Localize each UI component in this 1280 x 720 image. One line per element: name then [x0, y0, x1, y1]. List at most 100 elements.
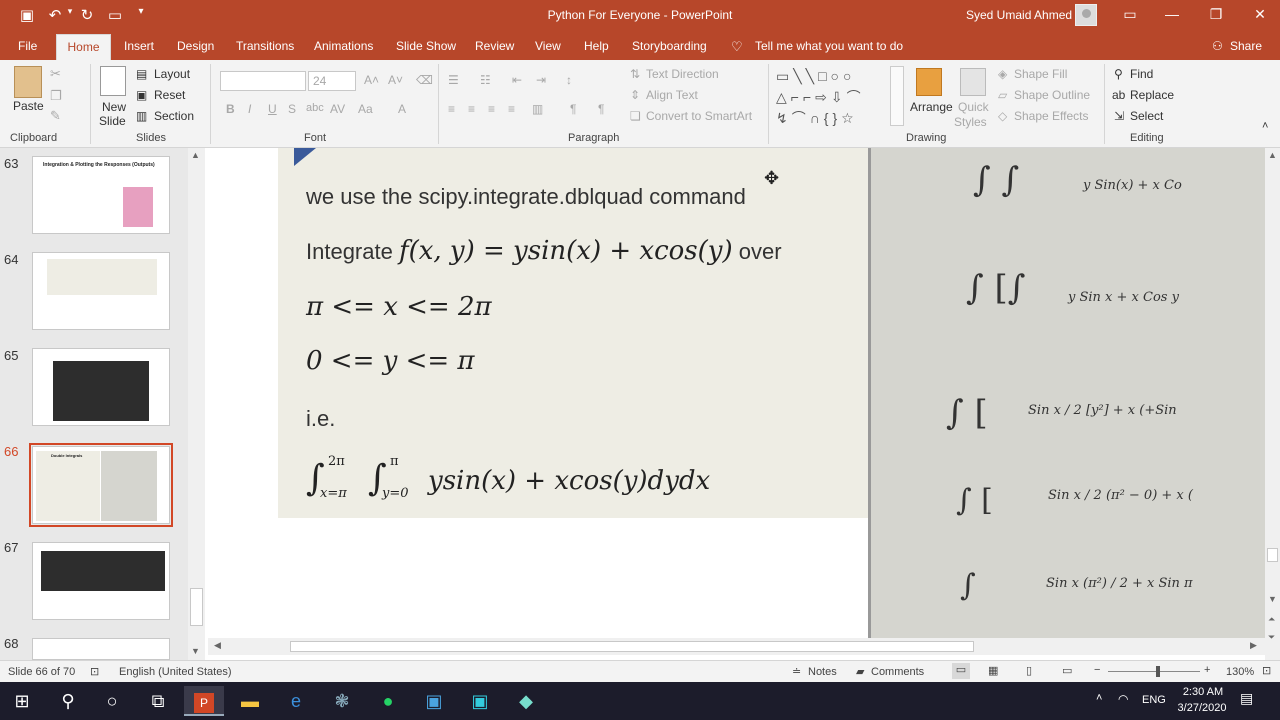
convert-smartart-button[interactable]: Convert to SmartArt	[646, 109, 752, 123]
scroll-down-icon[interactable]: ▼	[191, 646, 200, 656]
edge-icon[interactable]: e	[276, 686, 316, 716]
pycharm-icon[interactable]: ▣	[460, 686, 500, 716]
decrease-indent-icon[interactable]: ⇤	[512, 73, 522, 87]
whatsapp-icon[interactable]: ●	[368, 686, 408, 716]
tab-help[interactable]: Help	[584, 39, 609, 53]
strikethrough-icon[interactable]: abc	[306, 102, 324, 114]
thumbnail-scrollbar[interactable]: ▲ ▼	[188, 148, 205, 660]
slide-canvas[interactable]: we use the scipy.integrate.dblquad comma…	[208, 148, 1265, 638]
vpn-icon[interactable]: ▣	[414, 686, 454, 716]
increase-font-icon[interactable]: A˄	[364, 73, 379, 87]
arrange-button[interactable]: Arrange	[910, 100, 953, 114]
tab-design[interactable]: Design	[177, 39, 214, 53]
user-name[interactable]: Syed Umaid Ahmed	[966, 8, 1072, 22]
font-size-input[interactable]: 24	[308, 71, 356, 91]
spelling-icon[interactable]: ⊡	[90, 665, 99, 678]
cortana-icon[interactable]: ○	[92, 686, 132, 716]
slideshow-view-icon[interactable]: ▭	[1062, 664, 1072, 677]
tab-view[interactable]: View	[535, 39, 561, 53]
slide-thumbnail-66[interactable]: Double Integrals	[29, 443, 173, 527]
format-painter-icon[interactable]: ✎	[50, 108, 61, 124]
font-name-input[interactable]	[220, 71, 306, 91]
reading-view-icon[interactable]: ▯	[1026, 664, 1032, 677]
new-slide-label-2[interactable]: Slide	[99, 114, 126, 128]
normal-view-icon[interactable]: ▭	[952, 663, 970, 679]
undo-dropdown-icon[interactable]: ▾	[64, 6, 76, 26]
italic-icon[interactable]: I	[248, 102, 251, 116]
paste-button[interactable]: Paste	[13, 99, 44, 113]
shapes-more-icon[interactable]	[890, 66, 904, 126]
scroll-up-icon[interactable]: ▲	[191, 150, 200, 160]
scroll-left-icon[interactable]: ◀	[214, 640, 221, 651]
redo-icon[interactable]: ↻	[76, 6, 98, 26]
file-explorer-icon[interactable]: ▬	[230, 686, 270, 716]
rtl-icon[interactable]: ¶	[570, 102, 576, 116]
scroll-right-icon[interactable]: ▶	[1250, 640, 1257, 651]
zoom-slider-thumb[interactable]	[1156, 666, 1160, 677]
align-text-button[interactable]: Align Text	[646, 88, 698, 102]
clock-date[interactable]: 3/27/2020	[1174, 702, 1230, 714]
app-icon[interactable]: ◆	[506, 686, 546, 716]
clock-time[interactable]: 2:30 AM	[1178, 686, 1228, 698]
slide-thumbnail-64[interactable]	[32, 252, 170, 330]
fit-to-window-icon[interactable]: ⊡	[1262, 664, 1271, 677]
section-button[interactable]: Section	[154, 109, 194, 123]
tab-insert[interactable]: Insert	[124, 39, 154, 53]
language-tray[interactable]: ENG	[1142, 694, 1166, 706]
new-slide-label-1[interactable]: New	[102, 100, 126, 114]
share-button[interactable]: Share	[1230, 39, 1262, 53]
scroll-thumb[interactable]	[190, 588, 203, 626]
tab-animations[interactable]: Animations	[314, 39, 373, 53]
handwritten-notes-image[interactable]: ∫ ∫ y Sin(x) + x Co ∫ [∫ y Sin x + x Cos…	[868, 148, 1265, 638]
justify-icon[interactable]: ≡	[508, 102, 515, 116]
minimize-icon[interactable]: —	[1160, 6, 1184, 26]
app-icon[interactable]: ❃	[322, 686, 362, 716]
next-slide-icon[interactable]: ⏷	[1268, 632, 1275, 643]
show-hidden-icons[interactable]: ˄	[1096, 692, 1102, 704]
shapes-gallery[interactable]: ▭╲╲□○○ △⌐⌐⇨⇩⌒ ↯⌒∩{}☆	[776, 66, 888, 126]
ltr-icon[interactable]: ¶	[598, 102, 604, 116]
tab-file[interactable]: File	[18, 39, 37, 53]
align-left-icon[interactable]: ≡	[448, 102, 455, 116]
windows-start-icon[interactable]: ⊞	[2, 686, 42, 716]
search-icon[interactable]: ⚲	[48, 686, 88, 716]
close-icon[interactable]: ✕	[1248, 6, 1272, 26]
bullets-icon[interactable]: ☰	[448, 73, 459, 87]
notes-button[interactable]: Notes	[808, 666, 837, 678]
clear-formatting-icon[interactable]: ⌫	[416, 73, 433, 87]
tab-storyboarding[interactable]: Storyboarding	[632, 39, 707, 53]
zoom-slider[interactable]	[1108, 671, 1200, 672]
user-avatar[interactable]	[1075, 4, 1097, 26]
tab-home[interactable]: Home	[56, 34, 111, 60]
y-range[interactable]: 0 <= y <= π	[306, 346, 475, 376]
notifications-icon[interactable]: ▤	[1240, 690, 1253, 707]
quick-styles-label-1[interactable]: Quick	[958, 100, 989, 114]
align-center-icon[interactable]: ≡	[468, 102, 475, 116]
quick-styles-label-2[interactable]: Styles	[954, 115, 987, 129]
copy-icon[interactable]: ❐	[50, 88, 62, 104]
zoom-out-icon[interactable]: −	[1094, 664, 1100, 676]
comments-button[interactable]: Comments	[871, 666, 924, 678]
change-case-icon[interactable]: Aa	[358, 102, 373, 116]
font-color-icon[interactable]: A	[398, 102, 406, 116]
bold-icon[interactable]: B	[226, 102, 235, 116]
slide-thumbnail-65[interactable]	[32, 348, 170, 426]
cut-icon[interactable]: ✂	[50, 66, 61, 82]
paste-icon[interactable]	[14, 66, 42, 98]
decrease-font-icon[interactable]: A˅	[388, 73, 403, 87]
shadow-icon[interactable]: S	[288, 102, 296, 116]
scroll-down-icon[interactable]: ▼	[1268, 594, 1277, 604]
language-indicator[interactable]: English (United States)	[119, 666, 232, 678]
shape-effects-button[interactable]: Shape Effects	[1014, 109, 1089, 123]
text-direction-button[interactable]: Text Direction	[646, 67, 719, 81]
double-integral[interactable]: ∫ 2π x=π ∫ π y=0 ysin(x) + xcos(y)dydx	[306, 454, 746, 510]
slide-thumbnail-68[interactable]	[32, 638, 170, 660]
tab-transitions[interactable]: Transitions	[236, 39, 294, 53]
slide-thumbnail-67[interactable]	[32, 542, 170, 620]
find-button[interactable]: Find	[1130, 67, 1153, 81]
maximize-icon[interactable]: ❐	[1204, 6, 1228, 26]
vscroll-thumb[interactable]	[1267, 548, 1278, 562]
shape-outline-button[interactable]: Shape Outline	[1014, 88, 1090, 102]
replace-button[interactable]: Replace	[1130, 88, 1174, 102]
shape-fill-button[interactable]: Shape Fill	[1014, 67, 1067, 81]
